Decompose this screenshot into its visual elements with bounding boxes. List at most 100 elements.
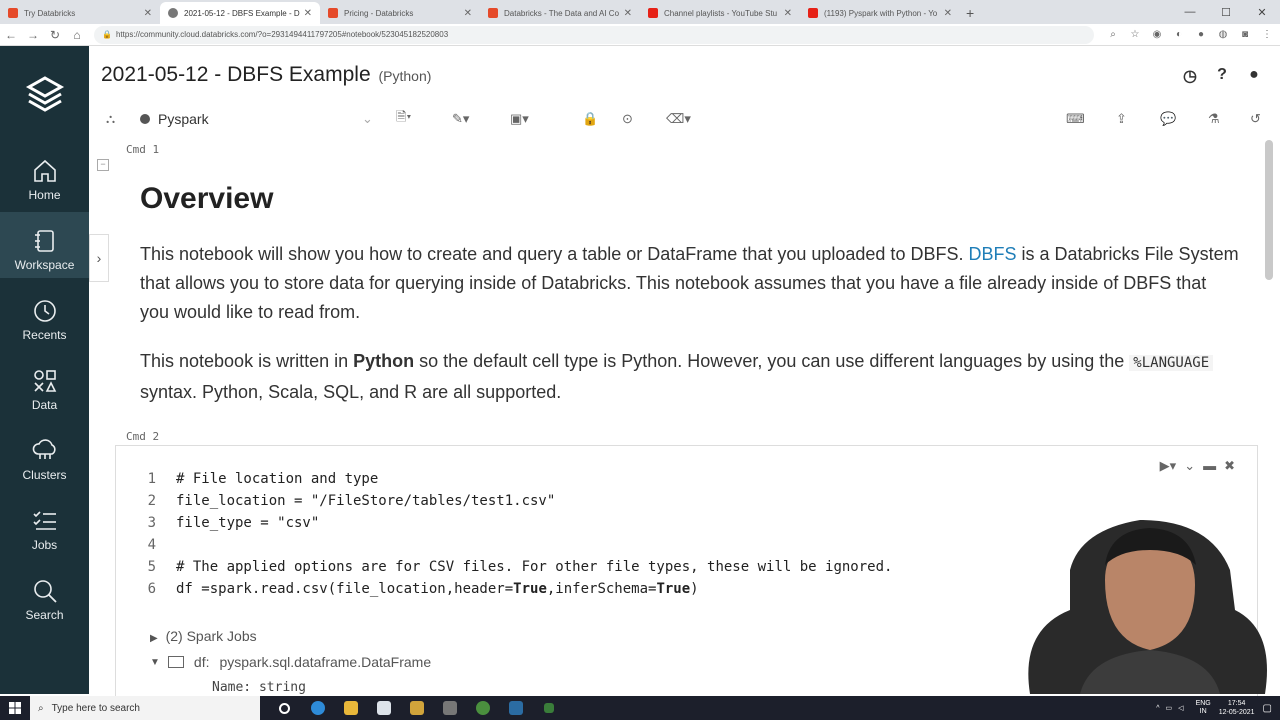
app-icon[interactable] xyxy=(433,696,466,720)
network-icon[interactable]: ▭ xyxy=(1166,704,1173,712)
close-tab-icon[interactable]: ✕ xyxy=(464,8,472,19)
paragraph-text: so the default cell type is Python. Howe… xyxy=(419,351,1125,371)
notebook-title[interactable]: 2021-05-12 - DBFS Example (Python) xyxy=(101,63,431,87)
sidebar-item-home[interactable]: Home xyxy=(0,142,89,208)
chevron-down-icon[interactable]: ⌄ xyxy=(362,108,373,130)
bookmark-star-icon[interactable]: ☆ xyxy=(1124,29,1146,40)
revision-history-icon[interactable]: ↺ xyxy=(1250,108,1261,130)
url-field[interactable]: 🔒 https://community.cloud.databricks.com… xyxy=(94,25,1094,44)
maximize-icon[interactable]: ☐ xyxy=(1208,0,1244,24)
new-tab-icon[interactable]: + xyxy=(966,2,974,24)
profile-avatar-icon[interactable]: ◙ xyxy=(1234,29,1256,40)
paragraph-text: This notebook will show you how to creat… xyxy=(140,244,964,264)
sidebar-item-search[interactable]: Search xyxy=(0,562,89,628)
sidebar-item-recents[interactable]: Recents xyxy=(0,282,89,348)
page-scrollbar[interactable] xyxy=(1265,140,1273,280)
volume-icon[interactable]: ◁ xyxy=(1178,704,1183,712)
menu-dots-icon[interactable]: ⋮ xyxy=(1256,29,1278,40)
close-tab-icon[interactable]: ✕ xyxy=(144,8,152,19)
window-controls: — ☐ ✕ xyxy=(1172,0,1280,24)
input-language[interactable]: ENG IN xyxy=(1196,700,1211,716)
edit-menu-icon[interactable]: ✎▾ xyxy=(452,108,469,130)
file-menu-icon[interactable]: 🗎▾ xyxy=(396,108,411,130)
reload-icon[interactable]: ↻ xyxy=(44,28,66,42)
windows-taskbar: ⌕ Type here to search ^ ▭ ◁ ENG IN 17:54… xyxy=(0,696,1280,720)
line-number: 5 xyxy=(147,559,156,575)
tray-chevron-icon[interactable]: ^ xyxy=(1156,705,1159,712)
sidebar-item-label: Workspace xyxy=(14,258,75,272)
app-icon[interactable] xyxy=(499,696,532,720)
databricks-logo-icon[interactable] xyxy=(25,74,65,114)
notifications-icon[interactable]: ▢ xyxy=(1263,703,1272,714)
windows-start-icon[interactable] xyxy=(0,696,30,720)
store-app-icon[interactable] xyxy=(367,696,400,720)
close-tab-icon[interactable]: ✕ xyxy=(624,8,632,19)
spark-jobs-toggle[interactable]: ▶ (2) Spark Jobs xyxy=(150,628,257,644)
forward-icon[interactable]: → xyxy=(22,28,44,42)
mail-app-icon[interactable] xyxy=(400,696,433,720)
app-icon[interactable] xyxy=(532,696,565,720)
browser-tab[interactable]: Channel playlists - YouTube Stu ✕ xyxy=(640,2,800,24)
browser-tab[interactable]: Try Databricks ✕ xyxy=(0,2,160,24)
sidebar-item-label: Home xyxy=(28,188,61,202)
schema-tree-icon[interactable]: ⛬ xyxy=(106,108,115,130)
back-icon[interactable]: ← xyxy=(0,28,22,42)
browser-tab[interactable]: Databricks - The Data and AI Co ✕ xyxy=(480,2,640,24)
view-menu-icon[interactable]: ▣▾ xyxy=(510,108,529,130)
sidebar-item-jobs[interactable]: Jobs xyxy=(0,492,89,558)
browser-tab[interactable]: (1193) Pyspark with Python - Yo ✕ xyxy=(800,2,960,24)
run-all-icon[interactable]: ⊙ xyxy=(622,108,633,130)
extension-icon[interactable]: ● xyxy=(1190,29,1212,40)
spark-jobs-label: (2) Spark Jobs xyxy=(165,628,257,644)
taskbar-clock[interactable]: 17:54 12-05-2021 xyxy=(1219,699,1255,717)
dbfs-link[interactable]: DBFS xyxy=(968,244,1016,264)
permissions-lock-icon[interactable]: 🔒 xyxy=(582,108,598,130)
minimize-cell-icon[interactable]: ▬ xyxy=(1203,458,1216,474)
collapse-cell-icon[interactable]: − xyxy=(97,159,109,171)
sidebar-item-data[interactable]: Data xyxy=(0,352,89,418)
user-account-icon[interactable]: ● xyxy=(1238,66,1270,86)
close-tab-icon[interactable]: ✕ xyxy=(784,8,792,19)
close-tab-icon[interactable]: ✕ xyxy=(304,8,312,19)
minimize-icon[interactable]: — xyxy=(1172,0,1208,24)
chevron-down-icon[interactable]: ⌄ xyxy=(1184,458,1195,474)
sidebar-item-clusters[interactable]: Clusters xyxy=(0,422,89,488)
taskbar-search-input[interactable]: ⌕ Type here to search xyxy=(30,696,260,720)
comments-icon[interactable]: 💬 xyxy=(1160,108,1176,130)
df-type: pyspark.sql.dataframe.DataFrame xyxy=(219,654,432,670)
lang-code: ENG xyxy=(1195,700,1211,707)
chrome-app-icon[interactable] xyxy=(466,696,499,720)
caret-down-icon: ▼ xyxy=(150,656,160,668)
expand-sidebar-chevron-icon[interactable]: › xyxy=(89,234,109,282)
run-cell-icon[interactable]: ▶▾ xyxy=(1160,458,1177,474)
home-browser-icon[interactable]: ⌂ xyxy=(66,28,88,42)
code-line: 1 # File location and type xyxy=(116,468,379,490)
dataframe-output[interactable]: ▼ df: pyspark.sql.dataframe.DataFrame xyxy=(150,654,431,670)
code-text: # File location and type xyxy=(176,471,379,487)
sidebar-item-workspace[interactable]: Workspace xyxy=(0,212,89,278)
browser-tab[interactable]: Pricing - Databricks ✕ xyxy=(320,2,480,24)
windows-logo-icon xyxy=(9,702,21,714)
cluster-status-dot xyxy=(140,114,150,124)
extension-icon[interactable]: ◐ xyxy=(1168,29,1190,40)
publish-icon[interactable]: ⇪ xyxy=(1116,108,1127,130)
task-view-icon[interactable] xyxy=(268,696,301,720)
zoom-icon[interactable]: ⌕ xyxy=(1102,29,1124,40)
markdown-cell: Overview xyxy=(140,184,1240,214)
inline-code: %LANGUAGE xyxy=(1129,355,1214,371)
close-tab-icon[interactable]: ✕ xyxy=(944,8,952,19)
clear-menu-icon[interactable]: ⌫▾ xyxy=(666,108,691,130)
browser-tab-active[interactable]: 2021-05-12 - DBFS Example - Da ✕ xyxy=(160,2,320,24)
cluster-selector[interactable]: Pyspark xyxy=(140,111,209,127)
extension-icon[interactable]: ◉ xyxy=(1146,29,1168,40)
revision-history-icon[interactable]: ◷ xyxy=(1174,66,1206,86)
keyboard-shortcuts-icon[interactable]: ⌨ xyxy=(1066,108,1085,130)
delete-cell-icon[interactable]: ✖ xyxy=(1224,458,1235,474)
close-window-icon[interactable]: ✕ xyxy=(1244,0,1280,24)
edge-app-icon[interactable] xyxy=(301,696,334,720)
help-icon[interactable]: ? xyxy=(1206,66,1238,86)
experiment-flask-icon[interactable]: ⚗ xyxy=(1208,108,1220,130)
file-explorer-app-icon[interactable] xyxy=(334,696,367,720)
line-number: 3 xyxy=(147,515,156,531)
extension-icon[interactable]: ◍ xyxy=(1212,29,1234,40)
